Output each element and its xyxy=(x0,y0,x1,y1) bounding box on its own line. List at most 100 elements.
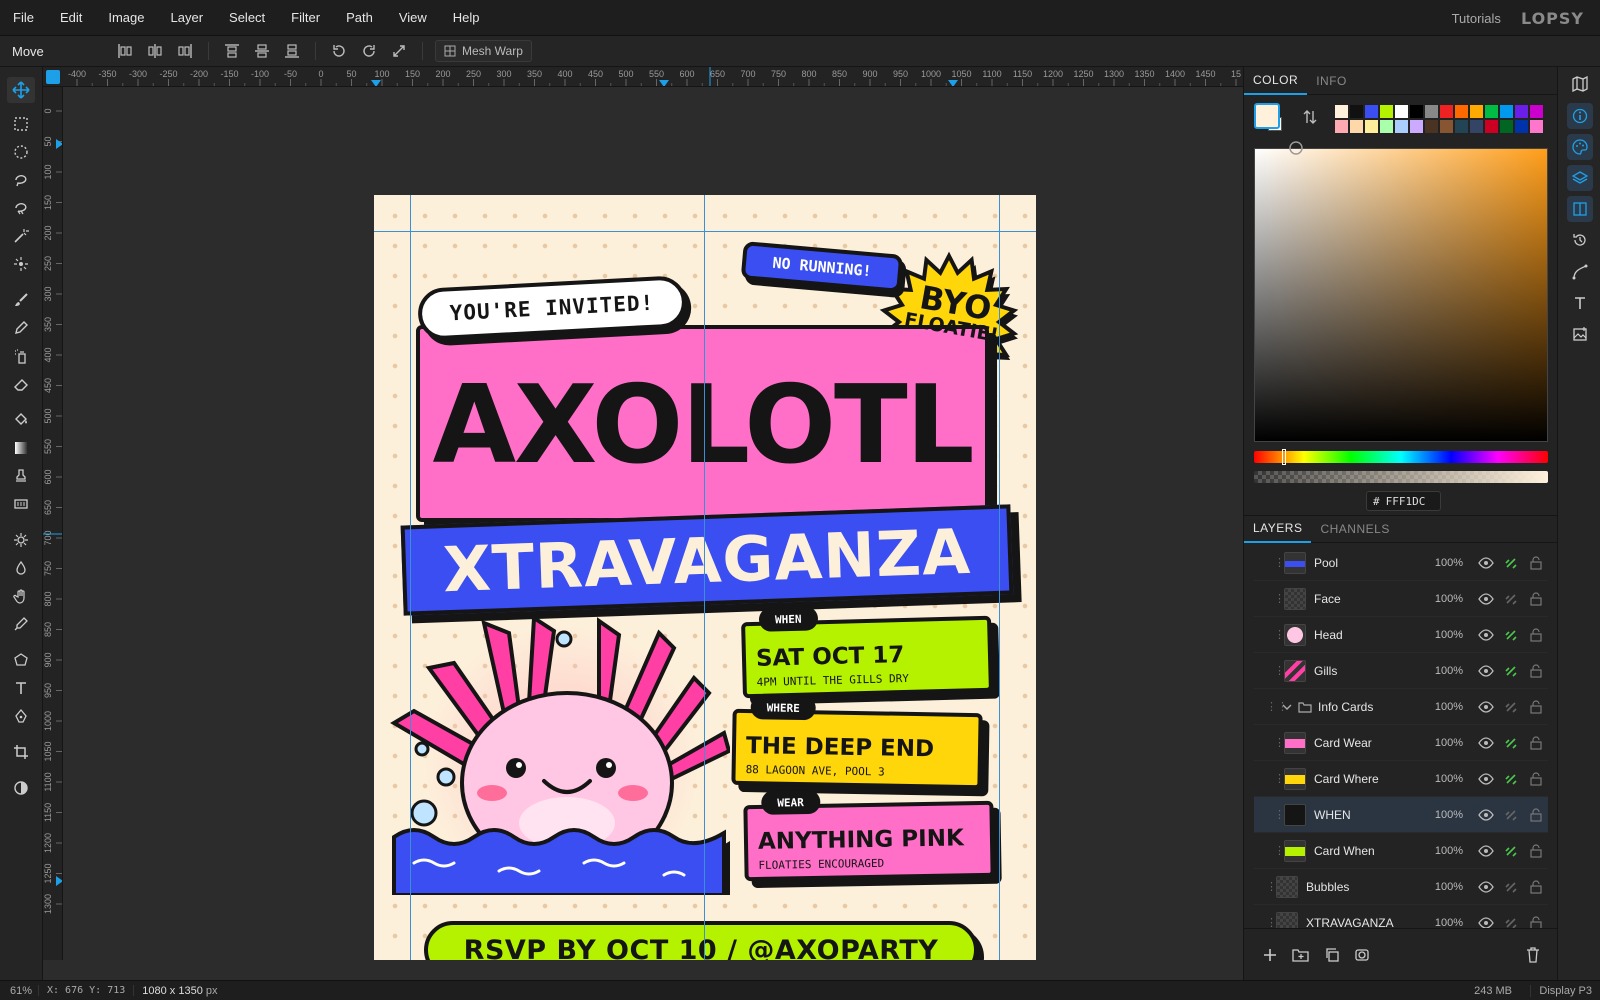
layer-row-xtravaganza[interactable]: ⋮⋮ XTRAVAGANZA 100% xyxy=(1254,905,1548,928)
layer-row-face[interactable]: ⋮⋮ Face 100% xyxy=(1254,581,1548,617)
character-icon[interactable] xyxy=(1567,290,1593,316)
guide-vertical[interactable] xyxy=(410,195,411,960)
layer-row-bubbles[interactable]: ⋮⋮ Bubbles 100% xyxy=(1254,869,1548,905)
drag-handle-icon[interactable]: ⋮⋮ xyxy=(1274,628,1296,641)
color-swatch[interactable] xyxy=(1379,104,1394,119)
hue-slider-handle[interactable] xyxy=(1282,449,1286,465)
rotate-right-icon[interactable] xyxy=(354,39,384,63)
stamp-icon[interactable] xyxy=(7,463,35,489)
map-icon[interactable] xyxy=(1567,71,1593,97)
duplicate-layer-icon[interactable] xyxy=(1324,947,1340,963)
color-swatch[interactable] xyxy=(1499,119,1514,134)
pattern-icon[interactable] xyxy=(7,491,35,517)
menu-file[interactable]: File xyxy=(0,10,47,25)
drag-handle-icon[interactable]: ⋮⋮ xyxy=(1274,664,1296,677)
eye-icon[interactable] xyxy=(1473,916,1498,928)
eye-icon[interactable] xyxy=(1473,592,1498,605)
tab-channels[interactable]: CHANNELS xyxy=(1311,515,1398,543)
chevron-down-icon[interactable] xyxy=(1276,703,1298,711)
guide-marker[interactable] xyxy=(56,139,63,149)
lock-icon[interactable] xyxy=(1523,699,1548,714)
color-swatch[interactable] xyxy=(1349,104,1364,119)
columns-icon[interactable] xyxy=(1567,196,1593,222)
color-swatch[interactable] xyxy=(1484,119,1499,134)
delete-layer-icon[interactable] xyxy=(1526,946,1540,963)
color-swatch[interactable] xyxy=(1484,104,1499,119)
color-swatch[interactable] xyxy=(1469,119,1484,134)
guide-marker[interactable] xyxy=(948,80,958,87)
eye-icon[interactable] xyxy=(1473,736,1498,749)
drag-handle-icon[interactable]: ⋮⋮ xyxy=(1274,772,1296,785)
layer-opacity[interactable]: 100% xyxy=(1423,773,1463,785)
canvas-area[interactable]: AXOLOTL YOU'RE INVITED! XTRAVAGANZA NO R… xyxy=(63,87,1243,960)
color-swatch[interactable] xyxy=(1469,104,1484,119)
link-icon[interactable] xyxy=(1498,916,1523,928)
layer-row-card-where[interactable]: ⋮⋮ Card Where 100% xyxy=(1254,761,1548,797)
fill-bucket-icon[interactable] xyxy=(7,407,35,433)
drag-handle-icon[interactable]: ⋮⋮ xyxy=(1274,736,1296,749)
rotate-left-icon[interactable] xyxy=(324,39,354,63)
swap-colors-icon[interactable] xyxy=(1302,109,1318,125)
layer-opacity[interactable]: 100% xyxy=(1423,665,1463,677)
color-swatch[interactable] xyxy=(1529,119,1544,134)
eye-icon[interactable] xyxy=(1473,664,1498,677)
color-swatch[interactable] xyxy=(1334,104,1349,119)
color-swatch[interactable] xyxy=(1514,104,1529,119)
tab-color[interactable]: COLOR xyxy=(1244,67,1308,95)
eye-icon[interactable] xyxy=(1473,808,1498,821)
spray-icon[interactable] xyxy=(7,343,35,369)
gradient-icon[interactable] xyxy=(7,435,35,461)
color-swatch[interactable] xyxy=(1529,104,1544,119)
menu-image[interactable]: Image xyxy=(95,10,157,25)
color-swatch[interactable] xyxy=(1379,119,1394,134)
hand-icon[interactable] xyxy=(7,583,35,609)
align-bottom-icon[interactable] xyxy=(277,39,307,63)
image-adjust-icon[interactable] xyxy=(1567,321,1593,347)
drag-handle-icon[interactable]: ⋮⋮ xyxy=(1266,880,1288,893)
eye-icon[interactable] xyxy=(1473,700,1498,713)
palette-icon[interactable] xyxy=(1567,134,1593,160)
burn-icon[interactable] xyxy=(7,555,35,581)
layer-opacity[interactable]: 100% xyxy=(1423,629,1463,641)
alpha-slider[interactable] xyxy=(1254,471,1548,483)
color-picker-field[interactable] xyxy=(1254,148,1548,442)
link-icon[interactable] xyxy=(1498,808,1523,822)
link-icon[interactable] xyxy=(1498,664,1523,678)
color-swatch[interactable] xyxy=(1394,119,1409,134)
align-center-h-icon[interactable] xyxy=(140,39,170,63)
menu-path[interactable]: Path xyxy=(333,10,386,25)
tab-layers[interactable]: LAYERS xyxy=(1244,515,1312,543)
eye-icon[interactable] xyxy=(1473,880,1498,893)
color-swatch[interactable] xyxy=(1454,104,1469,119)
lock-icon[interactable] xyxy=(1523,663,1548,678)
eye-icon[interactable] xyxy=(1473,556,1498,569)
hex-input[interactable]: # FFF1DC xyxy=(1366,491,1441,511)
link-icon[interactable] xyxy=(1498,844,1523,858)
menu-help[interactable]: Help xyxy=(440,10,493,25)
link-icon[interactable] xyxy=(1498,736,1523,750)
layer-opacity[interactable]: 100% xyxy=(1423,917,1463,929)
eye-icon[interactable] xyxy=(1473,772,1498,785)
info-icon[interactable] xyxy=(1567,103,1593,129)
expand-icon[interactable] xyxy=(384,39,414,63)
align-middle-icon[interactable] xyxy=(247,39,277,63)
layer-opacity[interactable]: 100% xyxy=(1423,881,1463,893)
paths-icon[interactable] xyxy=(1567,259,1593,285)
drag-handle-icon[interactable]: ⋮⋮ xyxy=(1274,808,1296,821)
lock-icon[interactable] xyxy=(1523,843,1548,858)
link-icon[interactable] xyxy=(1498,772,1523,786)
horizontal-ruler[interactable]: -400 -350 -300 -250 -200 -150 -100 -50 0 50 100 150… xyxy=(43,67,1243,87)
polygon-icon[interactable] xyxy=(7,647,35,673)
tab-info[interactable]: INFO xyxy=(1307,67,1356,95)
eraser-icon[interactable] xyxy=(7,371,35,397)
layer-group-info-cards[interactable]: ⋮⋮ Info Cards 100% xyxy=(1254,689,1548,725)
history-icon[interactable] xyxy=(1567,227,1593,253)
color-swatch[interactable] xyxy=(1454,119,1469,134)
layer-row-pool[interactable]: ⋮⋮ Pool 100% xyxy=(1254,545,1548,581)
lock-icon[interactable] xyxy=(1523,807,1548,822)
dodge-icon[interactable] xyxy=(7,527,35,553)
color-swatch[interactable] xyxy=(1514,119,1529,134)
layers-icon[interactable] xyxy=(1567,165,1593,191)
text-tool-icon[interactable] xyxy=(7,675,35,701)
guide-marker[interactable] xyxy=(659,80,669,87)
